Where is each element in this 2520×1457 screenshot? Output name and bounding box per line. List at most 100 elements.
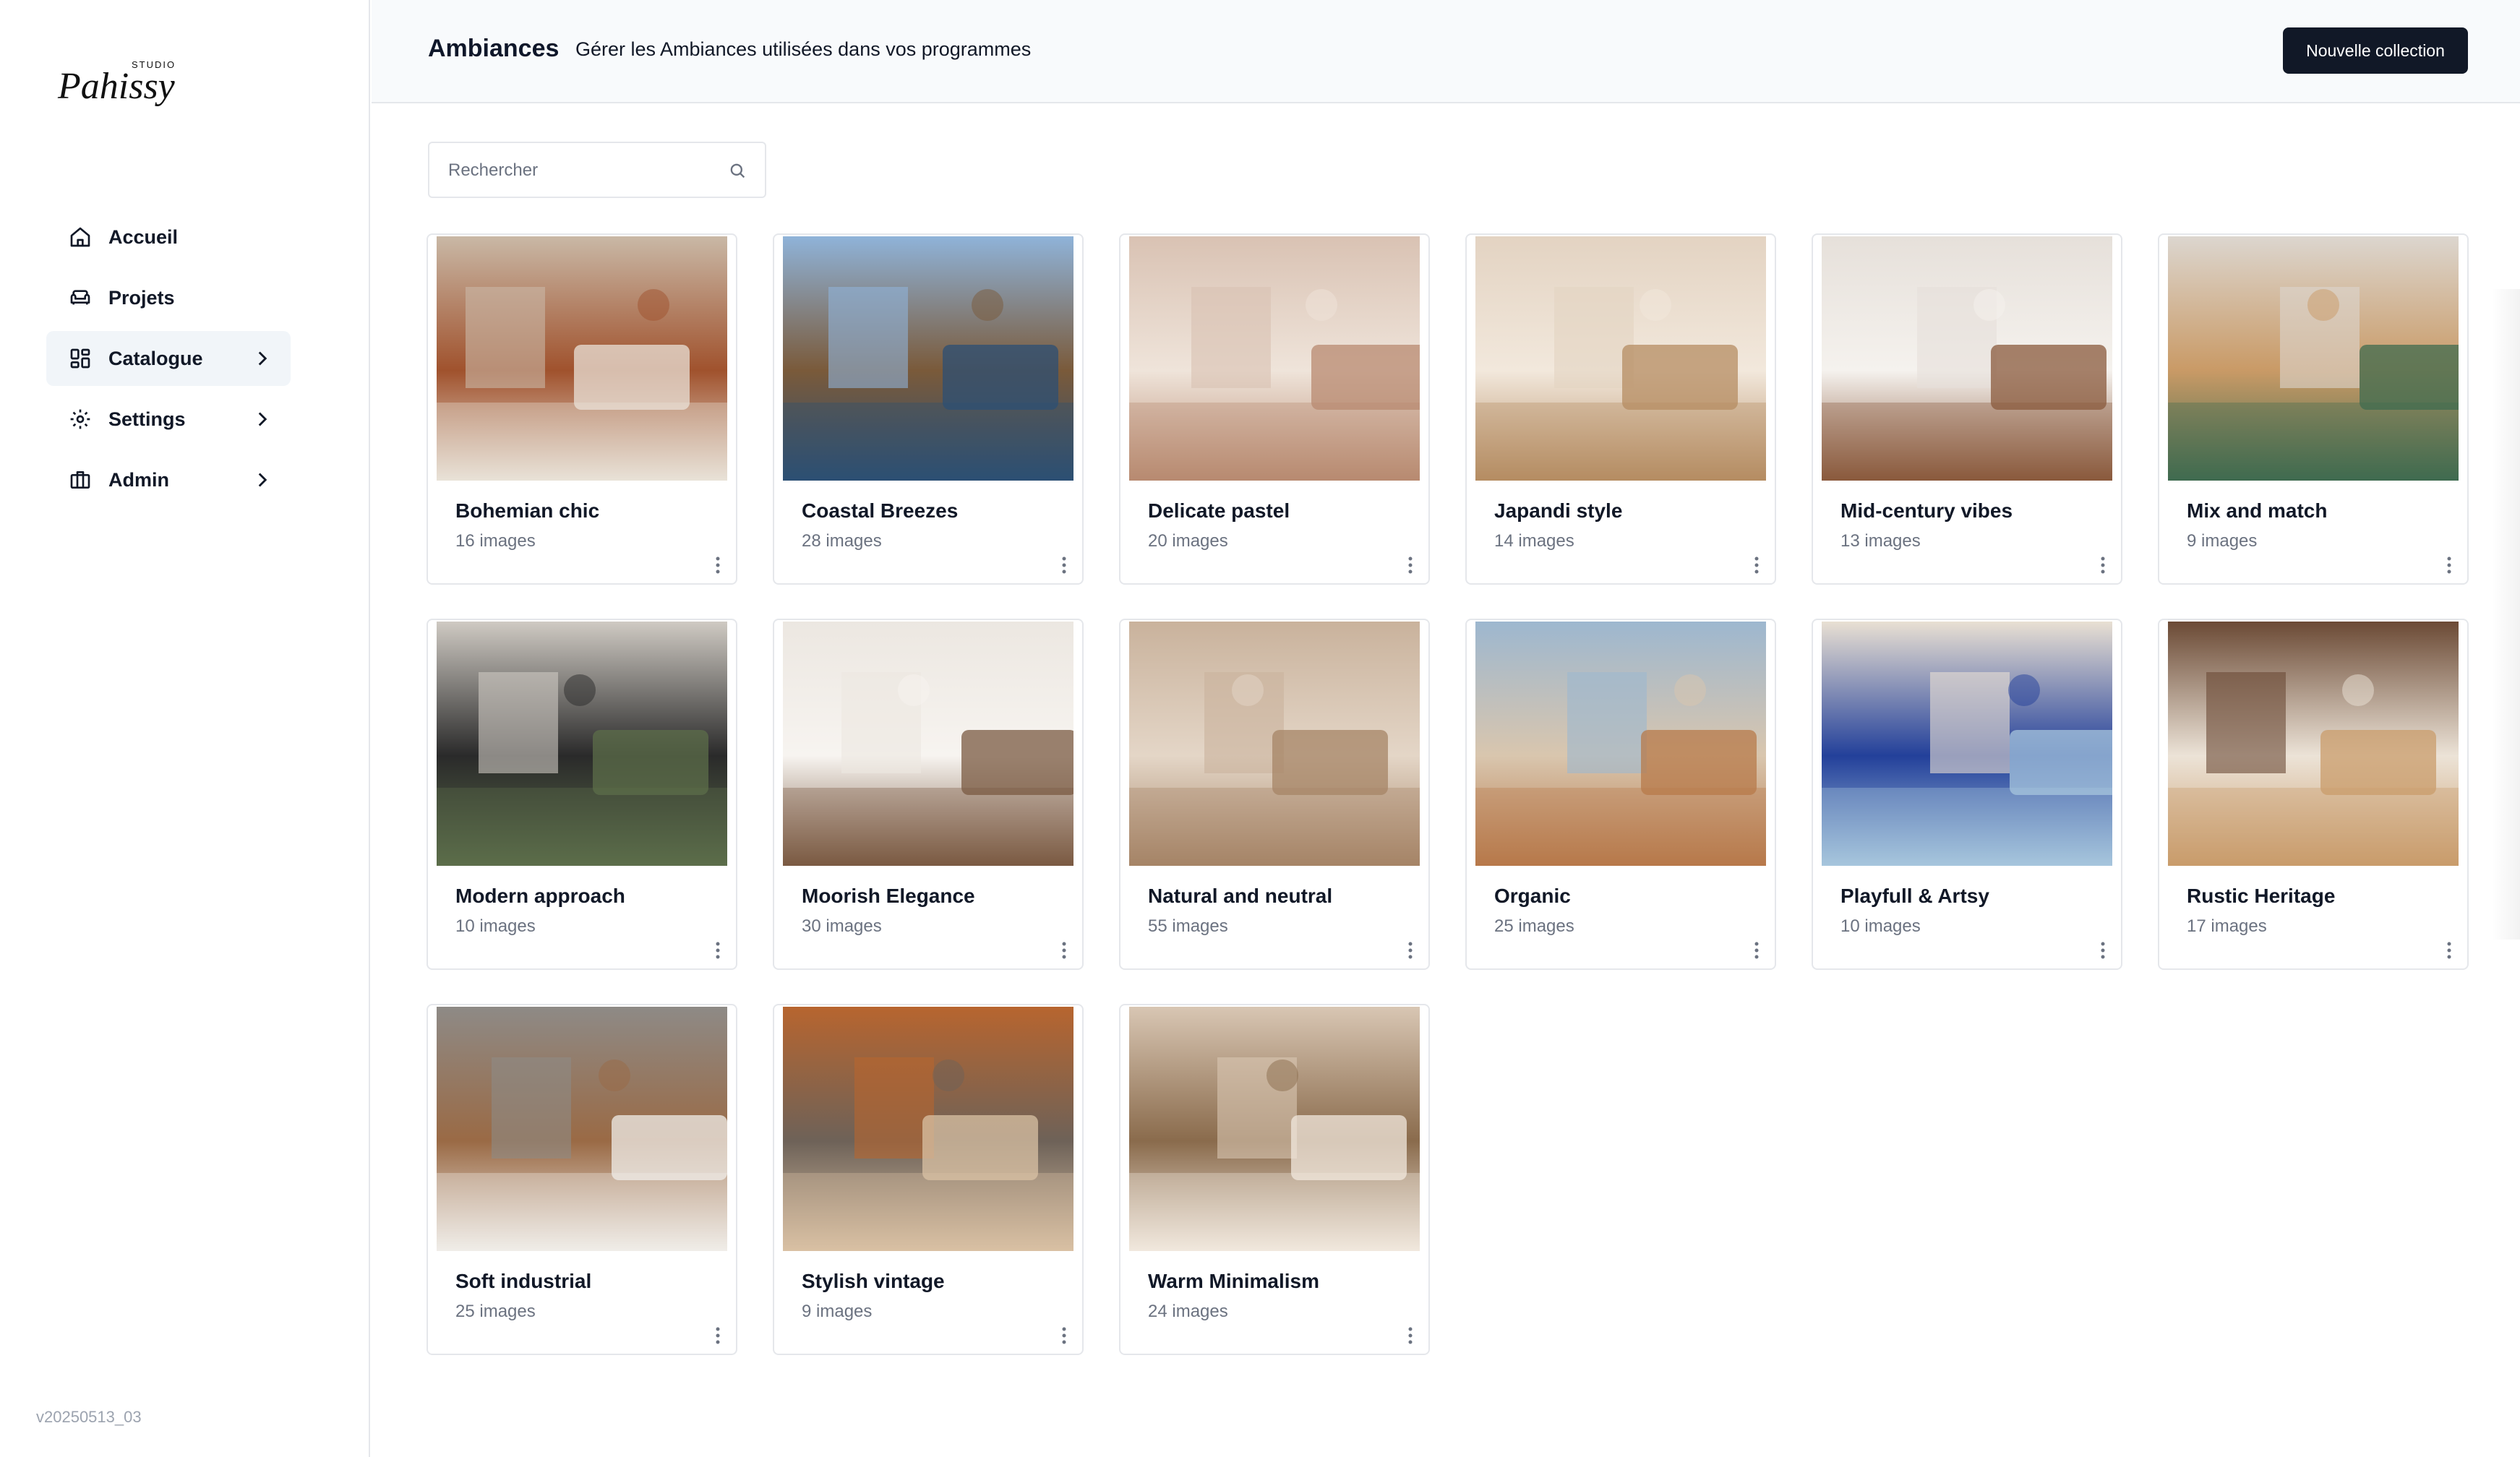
collection-image-count: 20 images <box>1148 531 1228 551</box>
briefcase-icon <box>68 468 93 492</box>
collection-thumbnail[interactable] <box>437 622 727 866</box>
more-options-icon[interactable] <box>2093 553 2112 577</box>
collection-image-count: 55 images <box>1148 916 1228 936</box>
collection-card[interactable]: Mid-century vibes 13 images <box>1812 233 2122 585</box>
more-options-icon[interactable] <box>708 1323 727 1348</box>
more-options-icon[interactable] <box>1055 1323 1073 1348</box>
collection-name: Mix and match <box>2187 499 2328 522</box>
collection-card[interactable]: Warm Minimalism 24 images <box>1119 1004 1430 1355</box>
collection-card[interactable]: Modern approach 10 images <box>427 619 737 970</box>
home-icon <box>68 225 93 249</box>
collection-name: Modern approach <box>455 885 625 907</box>
search-box <box>428 142 766 198</box>
search-icon[interactable] <box>727 160 747 181</box>
collection-thumbnail[interactable] <box>1822 236 2112 481</box>
collection-thumbnail[interactable] <box>1129 622 1420 866</box>
sidebar-item-projets[interactable]: Projets <box>46 270 291 325</box>
collection-thumbnail[interactable] <box>437 1007 727 1251</box>
more-options-icon[interactable] <box>2093 938 2112 963</box>
sidebar-item-label: Admin <box>108 468 169 491</box>
collection-card[interactable]: Organic 25 images <box>1465 619 1776 970</box>
collection-image-count: 9 images <box>802 1302 873 1321</box>
collection-thumbnail[interactable] <box>783 622 1073 866</box>
more-options-icon[interactable] <box>1747 938 1766 963</box>
sidebar-item-accueil[interactable]: Accueil <box>46 210 291 265</box>
collection-thumbnail[interactable] <box>2168 236 2459 481</box>
collection-thumbnail[interactable] <box>1129 1007 1420 1251</box>
collection-card[interactable]: Rustic Heritage 17 images <box>2158 619 2469 970</box>
collection-image-count: 25 images <box>455 1302 536 1321</box>
page-subtitle: Gérer les Ambiances utilisées dans vos p… <box>575 38 1032 60</box>
sidebar-item-admin[interactable]: Admin <box>46 452 291 507</box>
collection-image-count: 14 images <box>1494 531 1574 551</box>
page-title: Ambiances <box>428 35 560 62</box>
more-options-icon[interactable] <box>1747 553 1766 577</box>
collection-image-count: 13 images <box>1840 531 1921 551</box>
version-label: v20250513_03 <box>36 1408 142 1426</box>
chevron-right-icon[interactable] <box>250 407 275 431</box>
collection-name: Organic <box>1494 885 1571 907</box>
sidebar-item-label: Settings <box>108 408 186 430</box>
new-collection-button[interactable]: Nouvelle collection <box>2283 27 2468 74</box>
collection-image-count: 10 images <box>455 916 536 936</box>
collection-name: Stylish vintage <box>802 1270 945 1292</box>
collection-name: Playfull & Artsy <box>1840 885 1989 907</box>
sofa-icon <box>68 285 93 310</box>
collection-card[interactable]: Coastal Breezes 28 images <box>773 233 1084 585</box>
collection-name: Rustic Heritage <box>2187 885 2336 907</box>
more-options-icon[interactable] <box>708 553 727 577</box>
sidebar-item-settings[interactable]: Settings <box>46 392 291 447</box>
collection-card[interactable]: Japandi style 14 images <box>1465 233 1776 585</box>
more-options-icon[interactable] <box>2440 553 2459 577</box>
collection-card[interactable]: Moorish Elegance 30 images <box>773 619 1084 970</box>
collection-thumbnail[interactable] <box>783 1007 1073 1251</box>
more-options-icon[interactable] <box>1055 553 1073 577</box>
collection-name: Soft industrial <box>455 1270 592 1292</box>
collection-name: Delicate pastel <box>1148 499 1290 522</box>
collection-card[interactable]: Delicate pastel 20 images <box>1119 233 1430 585</box>
more-options-icon[interactable] <box>1401 1323 1420 1348</box>
sidebar-item-catalogue[interactable]: Catalogue <box>46 331 291 386</box>
edge-shadow <box>2491 289 2520 940</box>
collection-image-count: 9 images <box>2187 531 2258 551</box>
collection-card[interactable]: Soft industrial 25 images <box>427 1004 737 1355</box>
collection-thumbnail[interactable] <box>1475 236 1766 481</box>
svg-text:Pahissy: Pahissy <box>57 66 176 107</box>
more-options-icon[interactable] <box>1401 553 1420 577</box>
collection-card[interactable]: Playfull & Artsy 10 images <box>1812 619 2122 970</box>
chevron-right-icon[interactable] <box>250 468 275 492</box>
more-options-icon[interactable] <box>2440 938 2459 963</box>
collection-image-count: 30 images <box>802 916 882 936</box>
collection-thumbnail[interactable] <box>1129 236 1420 481</box>
collection-image-count: 10 images <box>1840 916 1921 936</box>
collection-card[interactable]: Stylish vintage 9 images <box>773 1004 1084 1355</box>
collection-thumbnail[interactable] <box>1475 622 1766 866</box>
collection-thumbnail[interactable] <box>2168 622 2459 866</box>
collection-name: Warm Minimalism <box>1148 1270 1320 1292</box>
collection-name: Natural and neutral <box>1148 885 1333 907</box>
sidebar-nav: Accueil Projets Catalogue Settings Admin <box>46 210 291 513</box>
sidebar-item-label: Catalogue <box>108 347 203 369</box>
more-options-icon[interactable] <box>708 938 727 963</box>
collection-thumbnail[interactable] <box>783 236 1073 481</box>
studio-logo[interactable]: STUDIO Pahissy <box>56 45 187 124</box>
more-options-icon[interactable] <box>1401 938 1420 963</box>
collection-card[interactable]: Natural and neutral 55 images <box>1119 619 1430 970</box>
sidebar-item-label: Projets <box>108 286 175 309</box>
sidebar-item-label: Accueil <box>108 225 179 248</box>
chevron-right-icon[interactable] <box>250 346 275 371</box>
collection-thumbnail[interactable] <box>437 236 727 481</box>
collection-name: Japandi style <box>1494 499 1623 522</box>
search-input[interactable] <box>447 143 724 198</box>
sidebar: STUDIO Pahissy Accueil Projets Catalogue <box>0 0 370 1457</box>
collection-image-count: 17 images <box>2187 916 2267 936</box>
grid-icon <box>68 346 93 371</box>
collection-name: Moorish Elegance <box>802 885 975 907</box>
more-options-icon[interactable] <box>1055 938 1073 963</box>
collection-thumbnail[interactable] <box>1822 622 2112 866</box>
collection-card[interactable]: Mix and match 9 images <box>2158 233 2469 585</box>
collection-image-count: 28 images <box>802 531 882 551</box>
collection-name: Coastal Breezes <box>802 499 959 522</box>
collection-card[interactable]: Bohemian chic 16 images <box>427 233 737 585</box>
gear-icon <box>68 407 93 431</box>
